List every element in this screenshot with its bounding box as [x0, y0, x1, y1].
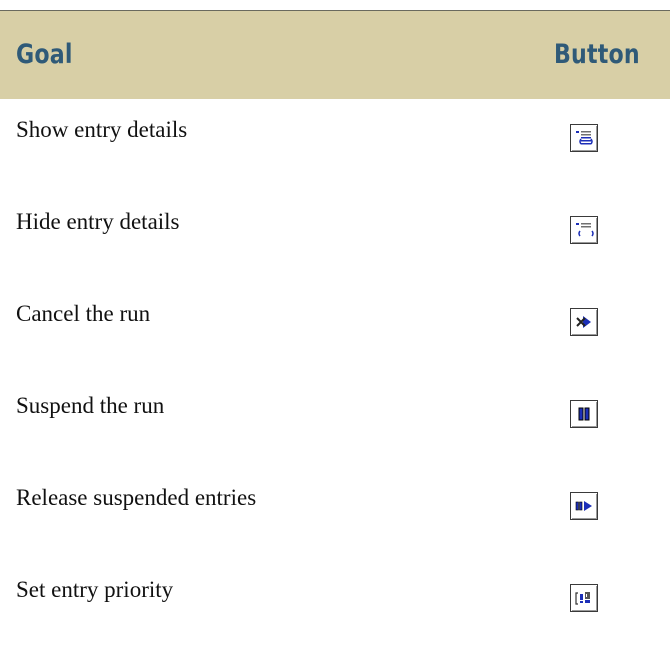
goal-label: Show entry details [16, 117, 188, 142]
button-column-header: Button [554, 39, 640, 70]
suspend-run-icon [578, 407, 590, 421]
table-row: Suspend the run [0, 375, 670, 467]
hide-entry-details-button[interactable] [570, 216, 598, 244]
goal-label: Release suspended entries [16, 485, 257, 510]
goal-label: Set entry priority [16, 577, 174, 602]
goal-label: Suspend the run [16, 393, 165, 418]
show-details-icon [576, 131, 593, 145]
suspend-run-button[interactable] [570, 400, 598, 428]
goal-button-table: Goal Button Show entry details Hide entr… [0, 10, 670, 639]
table-header: Goal Button [0, 11, 670, 99]
show-entry-details-button[interactable] [570, 124, 598, 152]
hide-details-icon [576, 223, 594, 237]
table-row: Hide entry details [0, 191, 670, 283]
goal-label: Cancel the run [16, 301, 151, 326]
goal-column-header: Goal [16, 39, 73, 70]
table-row: Set entry priority [0, 559, 670, 651]
release-entries-icon [575, 501, 592, 511]
table-row: Cancel the run [0, 283, 670, 375]
release-suspended-entries-button[interactable] [570, 492, 598, 520]
table-row: Release suspended entries [0, 467, 670, 559]
goal-label: Hide entry details [16, 209, 180, 234]
cancel-run-icon [576, 316, 591, 328]
table-row: Show entry details [0, 99, 670, 191]
set-priority-icon [575, 592, 590, 605]
set-entry-priority-button[interactable] [570, 584, 598, 612]
cancel-run-button[interactable] [570, 308, 598, 336]
